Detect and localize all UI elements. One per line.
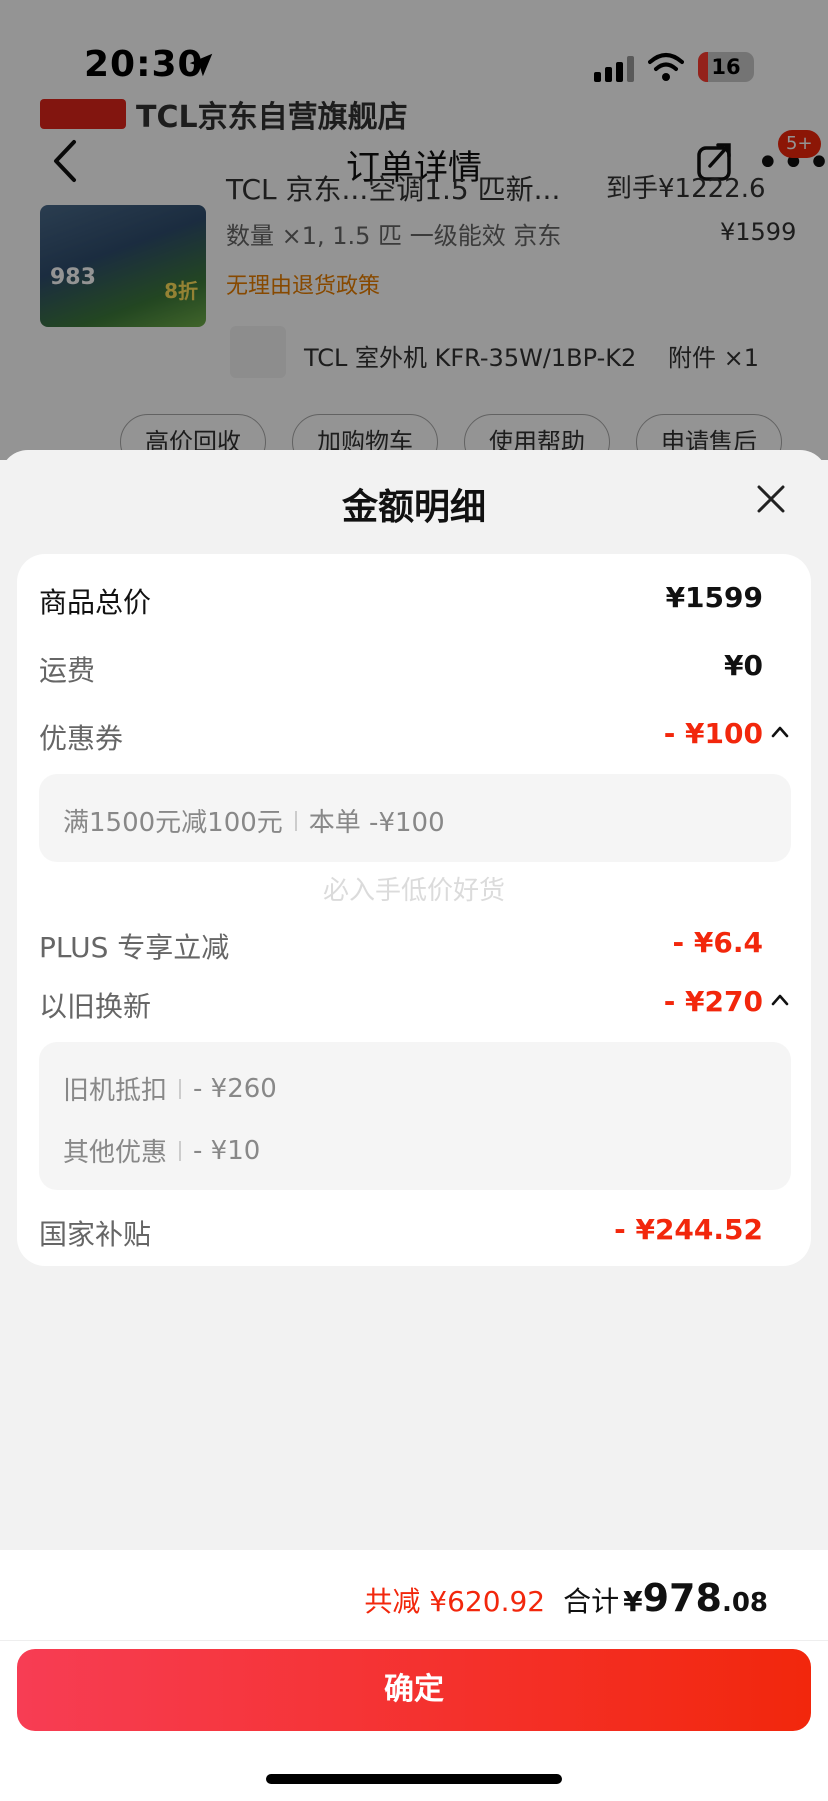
other-discount-value: - ¥10 [193, 1135, 261, 1166]
total-amount: 978 [642, 1576, 722, 1620]
chevron-up-icon[interactable] [769, 721, 791, 743]
confirm-button[interactable]: 确定 [17, 1649, 811, 1731]
trade-in-detail-value: - ¥260 [193, 1073, 277, 1104]
divider [0, 1640, 828, 1641]
divider [294, 810, 297, 831]
total-label: 合计 [563, 1585, 620, 1618]
watermark: 必入手低价好货 [322, 876, 505, 906]
sheet-title: 金额明细 [341, 487, 486, 528]
shipping-label: 运费 [39, 654, 96, 687]
coupon-detail-name: 满1500元减100元 [63, 808, 283, 838]
total-decimal: .08 [721, 1588, 768, 1618]
modal-overlay[interactable] [0, 0, 828, 460]
shipping-value: ¥0 [724, 649, 763, 682]
subsidy-label: 国家补贴 [39, 1218, 152, 1251]
goods-total-label: 商品总价 [39, 586, 152, 619]
chevron-up-icon[interactable] [769, 989, 791, 1011]
trade-in-detail-line: 旧机抵扣 - ¥260 [63, 1070, 277, 1107]
coupon-label[interactable]: 优惠券 [39, 717, 123, 757]
total-currency: ¥ [623, 1585, 643, 1618]
totals: 共减 ¥620.92 合计 ¥ 978 .08 [364, 1576, 768, 1620]
coupon-detail-value: 本单 -¥100 [308, 808, 445, 838]
divider [179, 1078, 182, 1099]
footer-bar: 共减 ¥620.92 合计 ¥ 978 .08 确定 [0, 1550, 828, 1801]
order-detail-page: 20:30 16 TCL京东自营旗舰店 订单详情 ••• 5+ 983 8折 T… [0, 0, 828, 460]
coupon-value[interactable]: - ¥100 [664, 717, 763, 750]
plus-discount-value: - ¥6.4 [672, 926, 763, 959]
coupon-detail-box: 满1500元减100元 本单 -¥100 [39, 774, 791, 862]
trade-in-detail-name: 旧机抵扣 [63, 1076, 168, 1106]
close-icon[interactable] [756, 484, 786, 514]
divider [179, 1140, 182, 1161]
trade-in-label[interactable]: 以旧换新 [39, 985, 151, 1025]
home-indicator[interactable] [266, 1774, 562, 1784]
subsidy-value: - ¥244.52 [614, 1213, 763, 1246]
trade-in-detail-box: 旧机抵扣 - ¥260 其他优惠 - ¥10 [39, 1042, 791, 1190]
coupon-detail-line: 满1500元减100元 本单 -¥100 [63, 802, 445, 839]
amount-card: 商品总价 ¥1599 运费 ¥0 优惠券 - ¥100 满1500元减100元 … [17, 554, 811, 1266]
other-discount-line: 其他优惠 - ¥10 [63, 1132, 260, 1169]
plus-discount-label: PLUS 专享立减 [39, 931, 230, 964]
trade-in-value[interactable]: - ¥270 [664, 985, 763, 1018]
other-discount-name: 其他优惠 [63, 1138, 168, 1168]
total-saved: 共减 ¥620.92 [364, 1585, 546, 1618]
goods-total-value: ¥1599 [665, 581, 763, 614]
